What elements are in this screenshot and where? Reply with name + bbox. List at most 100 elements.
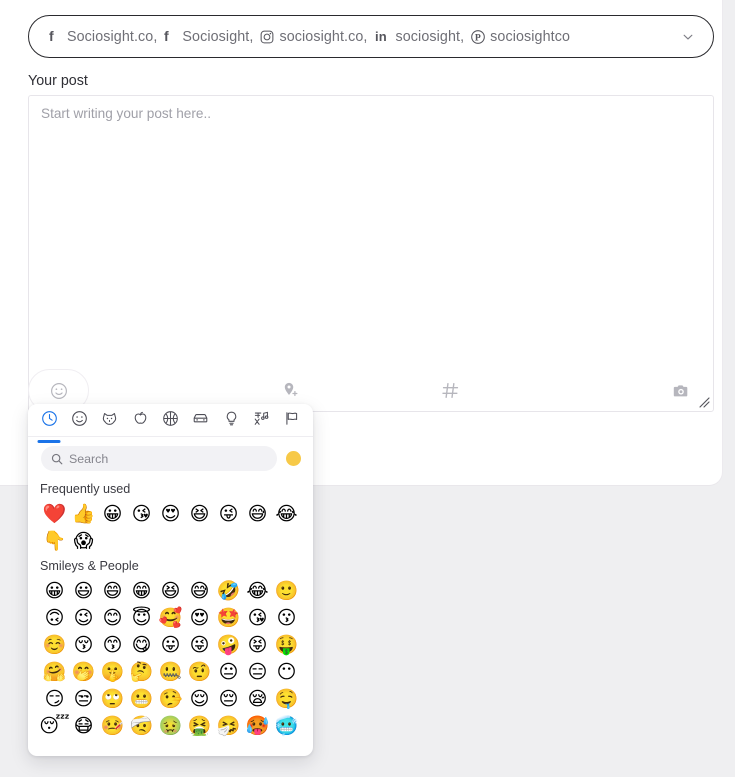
emoji-tab-symbols[interactable] [246,410,276,437]
emoji-cell[interactable]: 🥰 [156,605,185,632]
emoji-cell[interactable]: 😀 [40,578,69,605]
chevron-down-icon[interactable] [679,28,697,46]
emoji-list[interactable]: Frequently used ❤️ 👍 😀 😘 😍 😆 😜 😅 😂 👇 😱 Smileys & P… [28,478,313,756]
emoji-search-input[interactable] [69,451,267,466]
emoji-tab-frequently-used[interactable] [34,410,64,437]
emoji-cell[interactable]: 😙 [98,632,127,659]
emoji-cell[interactable]: 🤔 [127,659,156,686]
emoji-cell[interactable]: 🤭 [69,659,98,686]
account-chip-instagram: sociosight.co , [260,29,374,45]
hashtag-button[interactable] [370,369,530,412]
emoji-cell[interactable]: 🤒 [98,713,127,740]
emoji-cell[interactable]: 🤩 [214,605,243,632]
emoji-cell[interactable]: 😃 [69,578,98,605]
emoji-cell[interactable]: 😏 [40,686,69,713]
account-separator: , [153,28,158,45]
emoji-cell[interactable]: 🥵 [243,713,272,740]
emoji-cell[interactable]: 😱 [69,528,98,555]
emoji-cell[interactable]: 😷 [69,713,98,740]
emoji-cell[interactable]: 😪 [243,686,272,713]
emoji-cell[interactable]: 😆 [185,501,214,528]
location-pin-add-icon [281,381,300,400]
emoji-cell[interactable]: 😆 [156,578,185,605]
emoji-cell[interactable]: 😘 [243,605,272,632]
emoji-cell[interactable]: 😐 [214,659,243,686]
post-editor-placeholder: Start writing your post here.. [41,106,211,121]
emoji-cell[interactable]: 😒 [69,686,98,713]
emoji-cell[interactable]: 😀 [98,501,127,528]
emoji-cell[interactable]: 🙄 [98,686,127,713]
emoji-cell[interactable]: 🤫 [98,659,127,686]
account-name: sociosightco [490,28,571,45]
emoji-cell[interactable]: 😛 [156,632,185,659]
emoji-tab-smileys-people[interactable] [64,410,94,437]
emoji-cell[interactable]: 😇 [127,605,156,632]
emoji-cell[interactable]: 😅 [243,501,272,528]
emoji-cell[interactable]: 😜 [185,632,214,659]
emoji-tab-food-drink[interactable] [125,410,155,437]
emoji-cell[interactable]: 😌 [185,686,214,713]
emoji-cell[interactable]: 🤧 [214,713,243,740]
emoji-cell[interactable]: 😶 [272,659,301,686]
emoji-cell[interactable]: 😂 [272,501,301,528]
emoji-cell[interactable]: 🙃 [40,605,69,632]
symbols-icon [253,410,270,427]
emoji-cell[interactable]: 🤢 [156,713,185,740]
emoji-cell[interactable]: 🤑 [272,632,301,659]
emoji-cell[interactable]: 😝 [243,632,272,659]
emoji-cell[interactable]: 😍 [185,605,214,632]
emoji-cell[interactable]: 😋 [127,632,156,659]
emoji-tab-travel-places[interactable] [186,410,216,437]
emoji-cell[interactable]: ❤️ [40,501,69,528]
emoji-cell[interactable]: ☺️ [40,632,69,659]
media-upload-button[interactable] [530,369,714,412]
emoji-category-tabs [28,404,313,437]
emoji-cell[interactable]: 😑 [243,659,272,686]
emoji-cell[interactable]: 🤪 [214,632,243,659]
emoji-cell[interactable]: 🤗 [40,659,69,686]
post-editor[interactable]: Start writing your post here.. [28,95,714,412]
skin-tone-selector[interactable] [286,451,301,466]
emoji-cell[interactable]: 🙂 [272,578,301,605]
emoji-cell[interactable]: 😍 [156,501,185,528]
emoji-cell[interactable]: 🤤 [272,686,301,713]
emoji-cell[interactable]: 👍 [69,501,98,528]
emoji-cell[interactable]: 🤥 [156,686,185,713]
svg-text:f: f [49,29,54,44]
emoji-cell[interactable]: 🤐 [156,659,185,686]
instagram-icon [260,30,274,44]
emoji-cell[interactable]: 🤮 [185,713,214,740]
emoji-tab-flags[interactable] [277,410,307,437]
emoji-cell[interactable]: 🥶 [272,713,301,740]
emoji-search-box[interactable] [41,446,277,471]
emoji-cell[interactable]: 😗 [272,605,301,632]
emoji-cell[interactable]: 😅 [185,578,214,605]
emoji-cell[interactable]: 🤨 [185,659,214,686]
emoji-cell[interactable]: 🤕 [127,713,156,740]
emoji-cell[interactable]: 😂 [243,578,272,605]
emoji-tab-objects[interactable] [216,410,246,437]
emoji-cell[interactable]: 😄 [98,578,127,605]
page-root: f Sociosight.co , f Sociosight , sociosi… [0,0,735,777]
account-selector-value: f Sociosight.co , f Sociosight , sociosi… [49,29,679,45]
emoji-cell[interactable]: 🤣 [214,578,243,605]
emoji-cell[interactable]: 👇 [40,528,69,555]
emoji-tab-animals-nature[interactable] [95,410,125,437]
emoji-cell[interactable]: 😉 [69,605,98,632]
emoji-cell[interactable]: 😁 [127,578,156,605]
emoji-section-title-frequently-used: Frequently used [40,482,131,496]
smiley-icon [71,410,88,427]
svg-text:P: P [475,32,481,43]
emoji-cell[interactable]: 😜 [214,501,243,528]
emoji-cell[interactable]: 😬 [127,686,156,713]
account-selector[interactable]: f Sociosight.co , f Sociosight , sociosi… [28,15,714,58]
emoji-cell[interactable]: 😔 [214,686,243,713]
account-separator: , [249,28,254,45]
emoji-cell[interactable]: 😘 [127,501,156,528]
emoji-cell[interactable]: 😴 [39,713,69,740]
emoji-cell[interactable]: 😊 [98,605,127,632]
emoji-tab-activity[interactable] [155,410,185,437]
apple-icon [132,410,149,427]
page-title: Your post [28,73,88,89]
emoji-cell[interactable]: 😚 [69,632,98,659]
